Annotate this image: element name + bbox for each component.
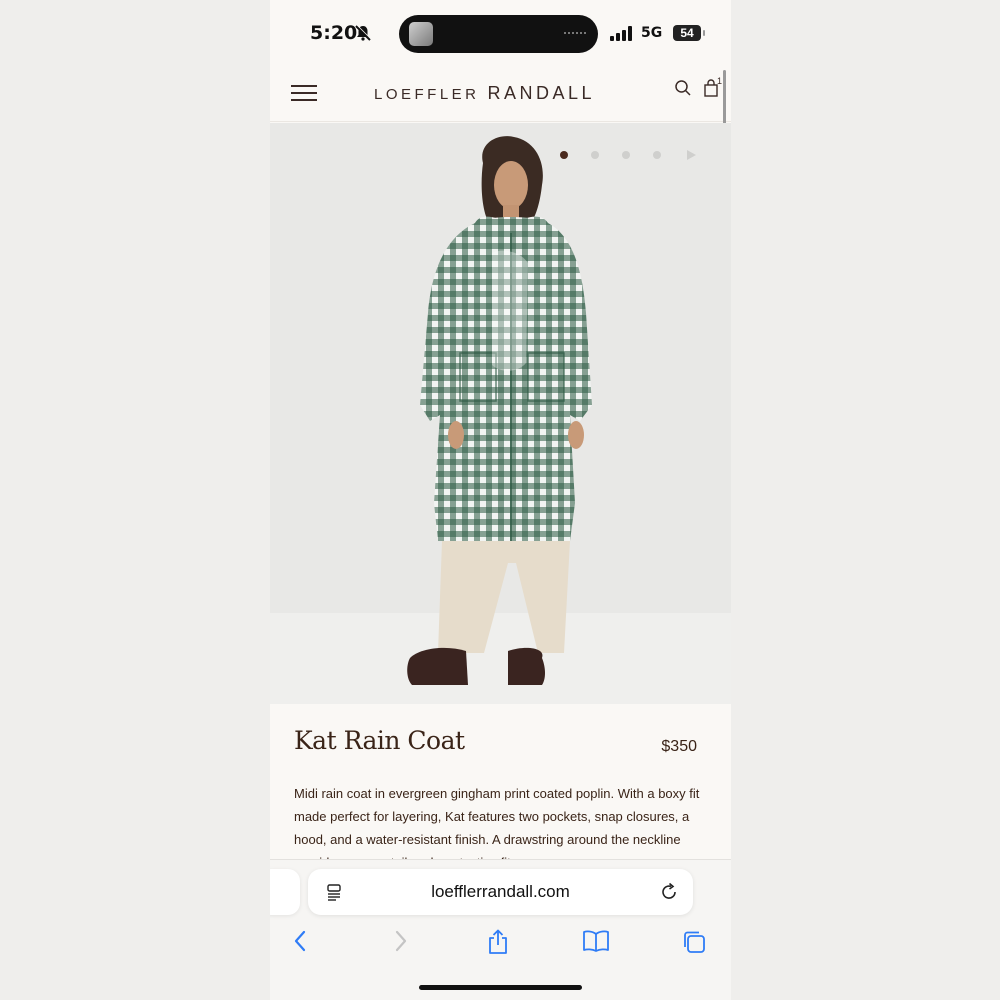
carousel-dot-1[interactable] (560, 151, 568, 159)
battery-icon: 54 (673, 25, 701, 41)
site-header: LOEFFLER RANDALL 1 (270, 66, 731, 122)
browser-toolbar: loefflerrandall.com (270, 859, 731, 1000)
product-description: Midi rain coat in evergreen gingham prin… (294, 786, 700, 860)
model-wearing-coat-illustration (407, 136, 592, 685)
network-type: 5G (641, 25, 663, 41)
play-next-icon[interactable] (685, 149, 697, 161)
logo-part2: RANDALL (487, 83, 596, 103)
search-icon[interactable] (674, 79, 692, 97)
status-bar: 5:20 5G 54 (270, 0, 731, 66)
waveform-icon (564, 32, 586, 34)
reload-icon[interactable] (659, 882, 679, 902)
logo-part1: LOEFFLER (374, 86, 480, 103)
product-info: Kat Rain Coat $350 Midi rain coat in eve… (270, 704, 731, 860)
carousel-dot-2[interactable] (591, 151, 599, 159)
cart-count-badge: 1 (717, 76, 723, 86)
status-time: 5:20 (310, 22, 358, 44)
phone-screen: 5:20 5G 54 LOEFFLER RANDALL 1 Kat Rain C… (270, 0, 731, 1000)
brand-logo[interactable]: LOEFFLER RANDALL (374, 83, 595, 104)
bookmarks-icon[interactable] (582, 929, 610, 953)
product-name: Kat Rain Coat (294, 726, 465, 755)
hamburger-icon[interactable] (291, 85, 317, 103)
address-bar[interactable]: loefflerrandall.com (308, 869, 693, 915)
product-image[interactable] (270, 123, 731, 704)
share-icon[interactable] (486, 929, 510, 955)
silent-bell-icon (355, 24, 372, 41)
url-text: loefflerrandall.com (431, 882, 570, 901)
carousel-dot-4[interactable] (653, 151, 661, 159)
dynamic-island[interactable] (399, 15, 598, 53)
tabs-icon[interactable] (681, 929, 707, 955)
cellular-signal-icon (610, 26, 632, 41)
home-indicator[interactable] (419, 985, 582, 990)
back-chevron-icon[interactable] (292, 929, 308, 953)
carousel-dot-3[interactable] (622, 151, 630, 159)
previous-tab-peek[interactable] (270, 869, 300, 915)
battery-cap (703, 30, 705, 36)
product-price: $350 (661, 738, 697, 755)
now-playing-thumbnail (409, 22, 433, 46)
forward-chevron-icon[interactable] (393, 929, 409, 953)
